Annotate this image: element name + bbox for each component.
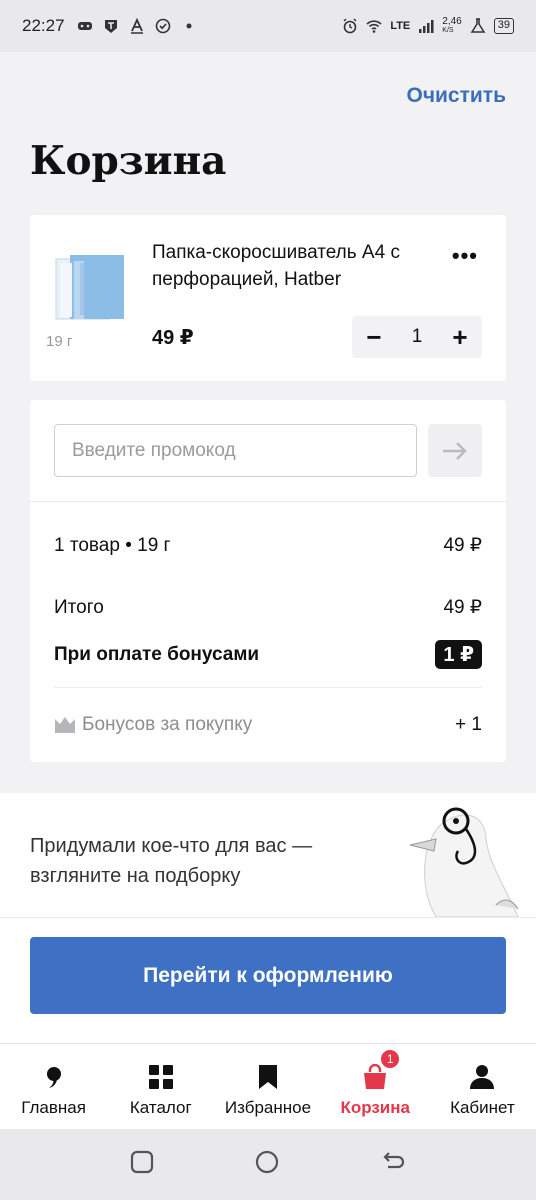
bonus-earn-label: Бонусов за покупку xyxy=(82,714,253,735)
status-bar: 22:27 LTE 2,46 K/S 39 xyxy=(0,0,536,52)
total-value: 49 ₽ xyxy=(443,597,482,618)
dot-icon xyxy=(186,23,192,29)
check-circle-icon xyxy=(155,18,170,34)
user-icon xyxy=(470,1065,495,1089)
product-title[interactable]: Папка-скоросшиватель А4 с перфорацией, H… xyxy=(152,239,432,293)
nav-label: Корзина xyxy=(340,1098,410,1117)
increase-quantity-button[interactable]: + xyxy=(448,324,472,350)
quantity-value: 1 xyxy=(411,326,423,347)
decrease-quantity-button[interactable]: − xyxy=(362,324,386,350)
nav-item-account[interactable]: Кабинет xyxy=(429,1044,536,1129)
battery-indicator: 39 xyxy=(493,18,514,34)
total-row: Итого 49 ₽ xyxy=(54,596,482,619)
shield-t-icon xyxy=(104,20,117,33)
total-label: Итого xyxy=(54,596,104,618)
nav-item-cart[interactable]: 1 Корзина xyxy=(322,1044,429,1129)
cart-item-card: Папка-скоросшиватель А4 с перфорацией, H… xyxy=(30,215,506,381)
nav-item-favorites[interactable]: Избранное xyxy=(214,1044,321,1129)
bookmark-icon xyxy=(259,1065,277,1089)
wifi-icon xyxy=(366,20,382,33)
nav-label: Кабинет xyxy=(450,1098,515,1117)
checkout-button[interactable]: Перейти к оформлению xyxy=(30,937,506,1014)
quantity-stepper: − 1 + xyxy=(352,316,482,358)
square-icon xyxy=(130,1150,154,1174)
bonus-pay-badge: 1 ₽ xyxy=(435,640,482,669)
seagull-monocle-illustration xyxy=(409,807,519,917)
crown-icon xyxy=(55,716,75,733)
banner-text: Придумали кое-что для вас — взгляните на… xyxy=(30,835,313,887)
status-time: 22:27 xyxy=(22,16,65,35)
product-image[interactable] xyxy=(52,253,128,325)
bonus-pay-label: При оплате бонусами xyxy=(54,643,260,665)
status-notification-icons xyxy=(77,18,197,34)
bonus-earn-row: Бонусов за покупку + 1 xyxy=(54,714,482,736)
checkout-bar: Перейти к оформлению xyxy=(0,917,536,1043)
bonus-earn-value: + 1 xyxy=(455,714,482,735)
home-icon xyxy=(46,1067,61,1088)
nav-item-catalog[interactable]: Каталог xyxy=(107,1044,214,1129)
flask-icon xyxy=(470,18,486,33)
signal-icon xyxy=(419,20,434,33)
divider xyxy=(54,687,482,688)
back-arrow-icon xyxy=(383,1152,405,1169)
cart-count-badge: 1 xyxy=(379,1048,402,1070)
page-title: Корзина xyxy=(30,138,227,184)
circle-icon xyxy=(255,1150,279,1174)
items-sum: 49 ₽ xyxy=(443,535,482,556)
more-options-icon[interactable]: ••• xyxy=(452,243,478,269)
nav-label: Избранное xyxy=(224,1098,312,1117)
items-row: 1 товар • 19 г 49 ₽ xyxy=(54,534,482,557)
clear-cart-button[interactable]: Очистить xyxy=(406,84,506,108)
network-type: LTE xyxy=(390,20,411,32)
recent-apps-button[interactable] xyxy=(130,1150,154,1179)
bonus-pay-row: При оплате бонусами 1 ₽ xyxy=(54,640,482,669)
items-count-label: 1 товар • 19 г xyxy=(54,534,171,556)
catalog-icon xyxy=(148,1065,173,1089)
divider xyxy=(30,501,506,502)
order-summary-card: 1 товар • 19 г 49 ₽ Итого 49 ₽ При оплат… xyxy=(30,400,506,762)
status-system-icons: LTE 2,46 K/S 39 xyxy=(342,17,514,35)
net-speed: 2,46 K/S xyxy=(442,16,462,35)
nav-label: Главная xyxy=(21,1098,86,1117)
product-price: 49 ₽ xyxy=(152,327,194,349)
bottom-navigation: Главная Каталог Избранное 1 Корзина Каби… xyxy=(0,1043,536,1129)
back-button[interactable] xyxy=(380,1149,406,1180)
product-weight: 19 г xyxy=(46,333,73,350)
nav-label: Каталог xyxy=(129,1098,192,1117)
promo-code-input[interactable] xyxy=(54,424,417,477)
alarm-icon xyxy=(343,18,357,34)
home-system-button[interactable] xyxy=(254,1149,280,1180)
system-navigation-bar xyxy=(0,1129,536,1200)
font-a-icon xyxy=(130,18,143,34)
promo-banner[interactable]: Придумали кое-что для вас — взгляните на… xyxy=(0,793,536,917)
gamepad-icon xyxy=(77,22,92,30)
nav-item-home[interactable]: Главная xyxy=(0,1044,107,1129)
arrow-right-icon xyxy=(443,441,467,460)
apply-promo-button[interactable] xyxy=(428,424,482,477)
